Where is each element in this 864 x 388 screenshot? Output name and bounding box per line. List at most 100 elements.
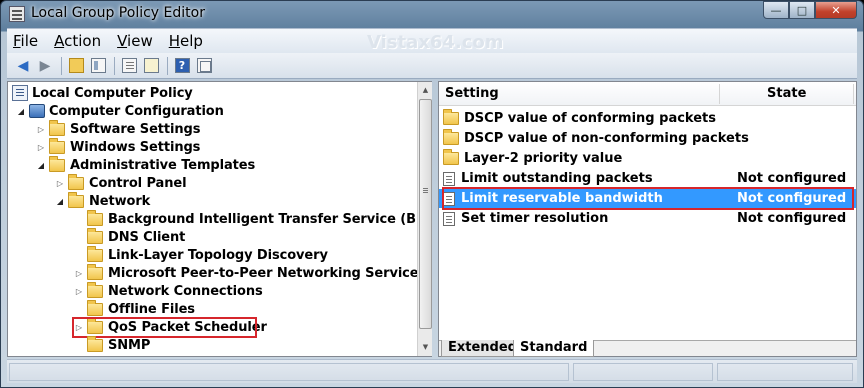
forward-arrow-icon: ▶ bbox=[39, 57, 51, 74]
window-title: Local Group Policy Editor bbox=[31, 5, 205, 21]
folder-icon bbox=[443, 109, 459, 125]
column-state[interactable]: State bbox=[767, 86, 806, 101]
folder-icon bbox=[68, 173, 84, 190]
close-button[interactable]: ✕ bbox=[815, 1, 857, 19]
folder-icon bbox=[87, 227, 103, 244]
show-hide-tree-button[interactable] bbox=[88, 56, 108, 76]
export-list-button[interactable] bbox=[141, 56, 161, 76]
tree-item-network[interactable]: ◢ Network bbox=[55, 191, 150, 210]
tree-item-software-settings[interactable]: ▷ Software Settings bbox=[36, 119, 201, 138]
tree-item-computer-configuration[interactable]: ◢ Computer Configuration bbox=[16, 102, 224, 120]
window-controls: — □ ✕ bbox=[763, 1, 857, 19]
minimize-icon: — bbox=[770, 3, 782, 17]
app-icon bbox=[9, 6, 25, 22]
expand-arrow-icon[interactable]: ▷ bbox=[36, 125, 46, 134]
back-button[interactable]: ◀ bbox=[13, 56, 33, 76]
status-cell bbox=[573, 363, 713, 381]
list-item-dscp-conforming[interactable]: DSCP value of conforming packets bbox=[439, 109, 856, 128]
expand-arrow-icon[interactable]: ▷ bbox=[36, 143, 46, 152]
folder-icon bbox=[49, 137, 65, 154]
tree-item-label: Software Settings bbox=[70, 121, 201, 137]
folder-icon bbox=[87, 335, 103, 352]
menu-help[interactable]: Help bbox=[169, 32, 203, 50]
tab-standard[interactable]: Standard bbox=[513, 340, 595, 357]
menu-view-accel: V bbox=[117, 32, 128, 50]
filter-button[interactable] bbox=[194, 56, 214, 76]
list-item-dscp-non-conforming[interactable]: DSCP value of non-conforming packets bbox=[439, 129, 856, 148]
tab-extended[interactable]: Extended bbox=[441, 340, 524, 357]
toolbar-separator bbox=[114, 56, 115, 75]
tree-item-label: Windows Settings bbox=[70, 139, 201, 155]
toolbar-separator bbox=[167, 56, 168, 75]
tree-item-label: Offline Files bbox=[108, 301, 195, 317]
tree-item-windows-settings[interactable]: ▷ Windows Settings bbox=[36, 137, 201, 156]
maximize-button[interactable]: □ bbox=[789, 1, 815, 19]
menu-help-accel: H bbox=[168, 32, 180, 50]
setting-name: DSCP value of conforming packets bbox=[464, 111, 716, 126]
setting-name: Set timer resolution bbox=[461, 211, 609, 226]
help-button[interactable]: ? bbox=[172, 56, 192, 76]
menu-view-label: iew bbox=[127, 32, 153, 50]
title-bar[interactable]: Local Group Policy Editor — □ ✕ bbox=[1, 1, 863, 27]
policy-icon bbox=[12, 85, 28, 101]
menu-help-label: elp bbox=[180, 32, 203, 50]
tree-item-dns-client[interactable]: DNS Client bbox=[87, 227, 185, 246]
tree-vertical-scrollbar[interactable]: ▲ ▼ bbox=[417, 82, 432, 356]
tree-item-label: Link-Layer Topology Discovery bbox=[108, 247, 328, 263]
highlight-box-bandwidth bbox=[442, 187, 854, 210]
list-item-limit-outstanding-packets[interactable]: Limit outstanding packets Not configured bbox=[439, 169, 856, 188]
menu-action-label: ction bbox=[64, 32, 102, 50]
setting-name: Limit outstanding packets bbox=[461, 171, 653, 186]
menu-action[interactable]: Action bbox=[54, 32, 101, 50]
help-icon: ? bbox=[174, 58, 190, 73]
scroll-down-arrow-icon[interactable]: ▼ bbox=[419, 340, 432, 355]
expand-arrow-icon[interactable]: ▷ bbox=[74, 269, 84, 278]
tree-item-label: Control Panel bbox=[89, 175, 187, 191]
folder-icon bbox=[49, 155, 65, 172]
properties-button[interactable] bbox=[119, 56, 139, 76]
menu-file-accel: F bbox=[13, 32, 21, 50]
collapse-arrow-icon[interactable]: ◢ bbox=[55, 197, 65, 206]
column-divider[interactable] bbox=[853, 84, 854, 104]
toolbar: ◀ ▶ ? bbox=[7, 53, 857, 79]
column-setting[interactable]: Setting bbox=[445, 86, 499, 101]
menu-view[interactable]: View bbox=[117, 32, 153, 50]
settings-list-pane: Setting State DSCP value of conforming p… bbox=[438, 81, 857, 357]
menu-file-label: ile bbox=[20, 32, 39, 50]
close-icon: ✕ bbox=[831, 3, 841, 17]
list-item-layer2-priority[interactable]: Layer-2 priority value bbox=[439, 149, 856, 168]
scroll-up-arrow-icon[interactable]: ▲ bbox=[419, 83, 432, 98]
tree-item-p2p-networking[interactable]: ▷ Microsoft Peer-to-Peer Networking Serv… bbox=[74, 263, 417, 282]
collapse-arrow-icon[interactable]: ◢ bbox=[36, 161, 46, 170]
tree-item-label: Administrative Templates bbox=[70, 157, 256, 173]
tree-item-bits[interactable]: Background Intelligent Transfer Service … bbox=[87, 209, 417, 228]
collapse-arrow-icon[interactable]: ◢ bbox=[16, 107, 26, 116]
tree-item-control-panel[interactable]: ▷ Control Panel bbox=[55, 173, 187, 192]
watermark: Vistax64.com bbox=[367, 32, 504, 53]
grip-icon bbox=[423, 188, 428, 189]
minimize-button[interactable]: — bbox=[763, 1, 789, 19]
tree-item-snmp[interactable]: SNMP bbox=[87, 335, 151, 354]
tree-item-label: SNMP bbox=[108, 337, 151, 353]
console-tree-pane: Local Computer Policy ◢ Computer Configu… bbox=[7, 81, 432, 357]
list-item-set-timer-resolution[interactable]: Set timer resolution Not configured bbox=[439, 209, 856, 228]
back-arrow-icon: ◀ bbox=[17, 57, 29, 74]
filter-icon bbox=[196, 58, 212, 73]
tree-item-local-computer-policy[interactable]: Local Computer Policy bbox=[12, 84, 193, 102]
menu-file[interactable]: File bbox=[13, 32, 38, 50]
scrollbar-thumb[interactable] bbox=[419, 99, 432, 329]
column-header: Setting State bbox=[439, 82, 856, 106]
setting-name: Layer-2 priority value bbox=[464, 151, 623, 166]
tree-item-offline-files[interactable]: Offline Files bbox=[87, 299, 195, 318]
expand-arrow-icon[interactable]: ▷ bbox=[55, 179, 65, 188]
tree-item-link-layer-topology-discovery[interactable]: Link-Layer Topology Discovery bbox=[87, 245, 328, 264]
menu-action-accel: A bbox=[54, 32, 65, 50]
tree-item-network-connections[interactable]: ▷ Network Connections bbox=[74, 281, 263, 300]
setting-state: Not configured bbox=[737, 211, 847, 226]
policy-setting-icon bbox=[443, 211, 455, 226]
up-one-level-button[interactable] bbox=[66, 56, 86, 76]
column-divider[interactable] bbox=[719, 84, 720, 104]
tree-item-administrative-templates[interactable]: ◢ Administrative Templates bbox=[36, 155, 256, 174]
expand-arrow-icon[interactable]: ▷ bbox=[74, 287, 84, 296]
forward-button[interactable]: ▶ bbox=[35, 56, 55, 76]
